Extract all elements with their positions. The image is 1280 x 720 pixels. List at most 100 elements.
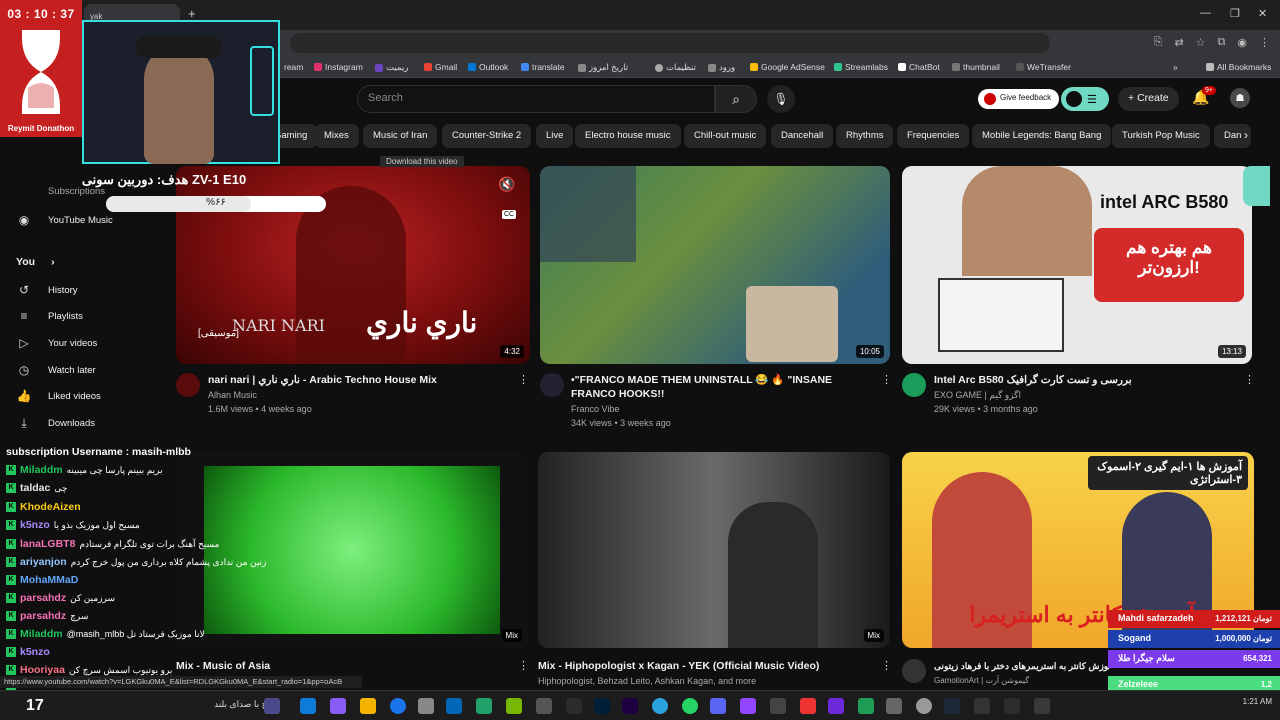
more-options-icon[interactable]: ⋮ <box>881 373 892 386</box>
chip[interactable]: Mixes <box>314 124 359 148</box>
channel-avatar[interactable] <box>540 373 564 397</box>
outlook-icon[interactable] <box>446 698 462 714</box>
taskbar-search[interactable]: سرچ با صدای بلند <box>80 699 280 713</box>
app-icon[interactable] <box>974 698 990 714</box>
mute-icon[interactable]: 🔇 <box>498 176 515 193</box>
channel-name[interactable]: GamotionArt | گیموشن آرت <box>934 674 1029 688</box>
chip[interactable]: Counter-Strike 2 <box>442 124 532 148</box>
chip[interactable]: Music of Iran <box>363 124 438 148</box>
bookmark-item[interactable]: ream <box>284 62 303 72</box>
profile-icon[interactable]: ◉ <box>1237 36 1247 49</box>
more-options-icon[interactable]: ⋮ <box>1244 373 1255 386</box>
app-icon[interactable] <box>330 698 346 714</box>
video-title[interactable]: آموزش کانتر به استریمرهای دختر با فرهاد … <box>934 659 1109 673</box>
translate-icon[interactable]: ⇄ <box>1174 36 1183 49</box>
search-button[interactable]: ⌕ <box>715 85 757 113</box>
app-icon[interactable] <box>476 698 492 714</box>
bookmark-item[interactable]: ChatBot <box>898 62 940 72</box>
bookmark-item[interactable]: Streamlabs <box>834 62 888 72</box>
chevron-right-icon[interactable]: › <box>1244 128 1248 142</box>
chip[interactable]: Turkish Pop Music <box>1112 124 1210 148</box>
video-title[interactable]: Intel Arc B580 بررسی و تست کارت گرافیک <box>934 373 1234 387</box>
sidebar-you-heading[interactable]: You › <box>16 256 55 268</box>
edge-icon[interactable] <box>300 698 316 714</box>
bookmark-item[interactable]: Gmail <box>424 62 457 72</box>
app-icon[interactable] <box>916 698 932 714</box>
extension-side-button[interactable] <box>1243 166 1270 206</box>
channel-name[interactable]: Alhan Music <box>208 388 257 402</box>
bookmark-item[interactable]: Outlook <box>468 62 508 72</box>
download-hint[interactable]: Download this video <box>380 156 464 167</box>
nvidia-icon[interactable] <box>506 698 522 714</box>
app-icon[interactable] <box>828 698 844 714</box>
sidebar-item-liked-videos[interactable]: 👍 Liked videos <box>16 389 101 403</box>
photoshop-icon[interactable] <box>594 698 610 714</box>
channel-avatar[interactable] <box>902 659 926 683</box>
channel-name[interactable]: EXO GAME | اگزو گیم <box>934 388 1021 402</box>
chip[interactable]: Dancehall <box>771 124 834 148</box>
chip[interactable]: Live <box>536 124 574 148</box>
more-options-icon[interactable]: ⋮ <box>518 373 529 386</box>
sidebar-item-your-videos[interactable]: ▷ Your videos <box>16 336 97 350</box>
channel-name[interactable]: Hiphopologist, Behzad Leito, Ashkan Kaga… <box>538 674 756 688</box>
video-title[interactable]: Mix - Hiphopologist x Kagan - YEK (Offic… <box>538 659 868 673</box>
video-title[interactable]: •"FRANCO MADE THEM UNINSTALL 😂 🔥 "INSANE… <box>571 373 871 401</box>
channel-avatar[interactable] <box>176 373 200 397</box>
folder-icon[interactable] <box>360 698 376 714</box>
create-button[interactable]: + Create <box>1118 87 1179 111</box>
search-input[interactable]: Search <box>357 85 715 113</box>
video-thumbnail[interactable]: intel ARC B580 هم بهتره هم ارزون‌تر! 13:… <box>902 166 1252 364</box>
chip[interactable]: Mobile Legends: Bang Bang <box>972 124 1112 148</box>
extensions-icon[interactable]: ⧉ <box>1218 36 1226 49</box>
voice-search-button[interactable]: 🎙 <box>767 85 795 113</box>
video-thumbnail[interactable]: Mix <box>538 452 890 648</box>
bookmark-item[interactable]: Instagram <box>314 62 363 72</box>
menu-icon[interactable]: ⋮ <box>1259 36 1270 49</box>
app-icon[interactable] <box>418 698 434 714</box>
app-icon[interactable] <box>1034 698 1050 714</box>
close-icon[interactable]: ✕ <box>1258 7 1267 20</box>
sidebar-item-history[interactable]: ↺ History <box>16 283 78 297</box>
bookmark-item[interactable]: ورود <box>708 62 735 73</box>
extension-pill[interactable]: ☰ <box>1061 87 1109 111</box>
windows-start-icon[interactable]: 17 <box>26 697 44 715</box>
app-icon[interactable] <box>264 698 280 714</box>
app-icon[interactable] <box>1004 698 1020 714</box>
more-options-icon[interactable]: ⋮ <box>881 659 892 672</box>
app-icon[interactable] <box>800 698 816 714</box>
bookmark-item[interactable]: تاریخ امروز <box>578 62 628 73</box>
chip[interactable]: Rhythms <box>836 124 894 148</box>
give-feedback-button[interactable]: Give feedback <box>978 89 1060 109</box>
sidebar-item-watch-later[interactable]: ◷ Watch later <box>16 363 96 377</box>
minimize-icon[interactable]: — <box>1200 7 1211 19</box>
app-icon[interactable] <box>886 698 902 714</box>
app-icon[interactable] <box>536 698 552 714</box>
bookmark-item[interactable]: WeTransfer <box>1016 62 1071 72</box>
chip[interactable]: Chill-out music <box>684 124 767 148</box>
bookmark-item[interactable]: ریمیت <box>375 62 408 73</box>
sidebar-item-playlists[interactable]: ≡ Playlists <box>16 309 82 323</box>
more-options-icon[interactable]: ⋮ <box>518 659 529 672</box>
whatsapp-icon[interactable] <box>682 698 698 714</box>
app-icon[interactable] <box>566 698 582 714</box>
sidebar-item-downloads[interactable]: ⤓ Downloads <box>16 416 95 431</box>
bookmark-item[interactable]: تنظیمات <box>655 62 696 73</box>
avatar[interactable]: ☗ <box>1230 88 1250 108</box>
telegram-icon[interactable] <box>652 698 668 714</box>
channel-avatar[interactable] <box>902 373 926 397</box>
omnibox[interactable] <box>290 33 1050 53</box>
system-clock[interactable]: 1:21 AM <box>1243 697 1272 706</box>
bookmark-item[interactable]: thumbnail <box>952 62 1000 72</box>
chip[interactable]: Electro house music <box>575 124 681 148</box>
cast-icon[interactable]: ⎘ <box>1154 36 1163 49</box>
video-thumbnail[interactable]: 10:05 <box>540 166 890 364</box>
captions-icon[interactable]: CC <box>502 210 517 219</box>
bookmarks-chevron-icon[interactable]: » <box>1173 62 1178 72</box>
after-effects-icon[interactable] <box>622 698 638 714</box>
all-bookmarks[interactable]: All Bookmarks <box>1206 62 1271 72</box>
bookmark-item[interactable]: translate <box>521 62 565 72</box>
steam-icon[interactable] <box>944 698 960 714</box>
video-title[interactable]: nari nari | ناري ناري - Arabic Techno Ho… <box>208 373 508 387</box>
channel-name[interactable]: Franco Vibe <box>571 402 619 416</box>
app-icon[interactable] <box>770 698 786 714</box>
